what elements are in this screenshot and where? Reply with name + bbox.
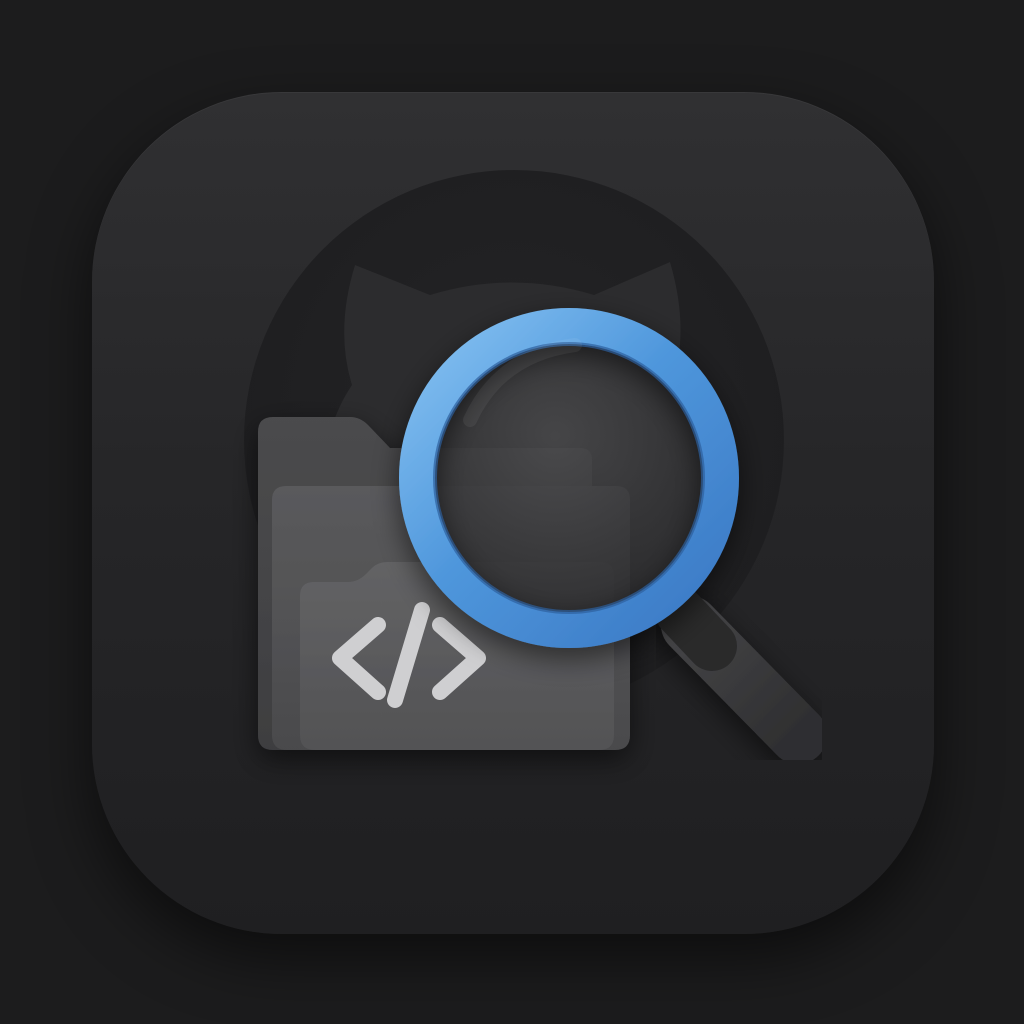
icon-artwork (244, 170, 827, 764)
icon-canvas (0, 0, 1024, 1024)
